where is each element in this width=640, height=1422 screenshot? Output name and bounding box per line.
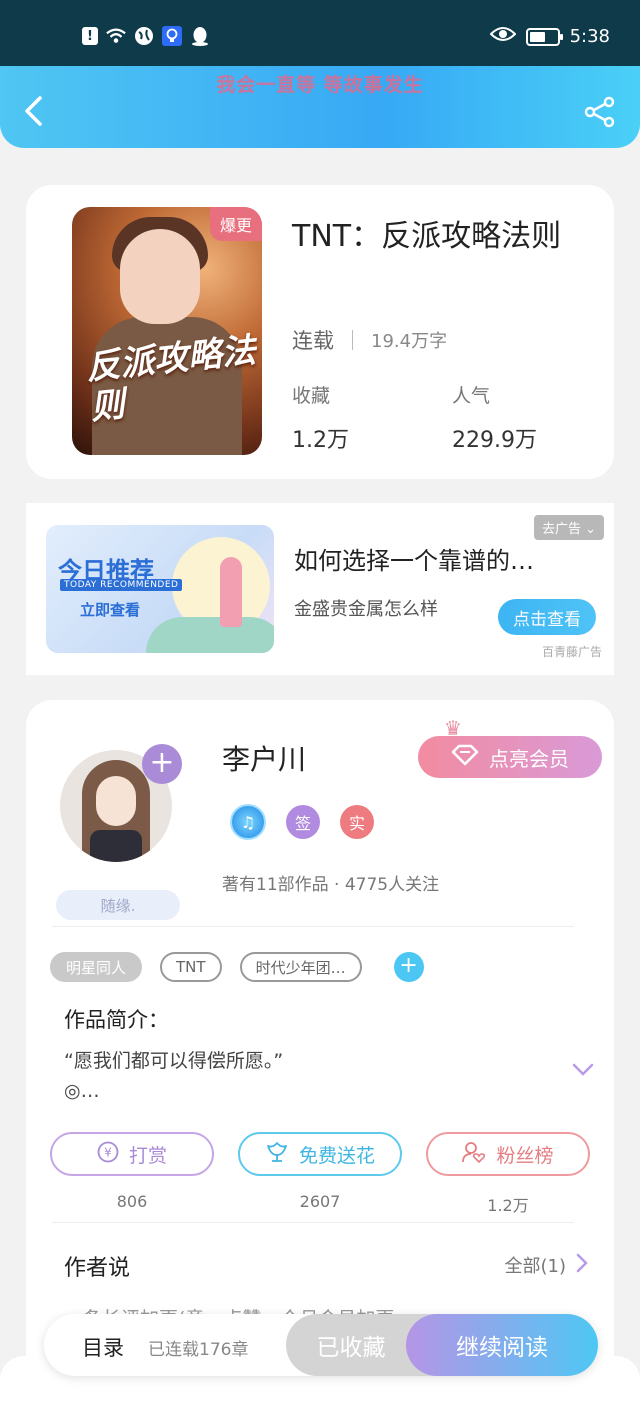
bottom-action-bar: 目录 已连载176章 已收藏 继续阅读 (44, 1314, 598, 1376)
clock: 5:38 (569, 26, 610, 47)
reward-action: ¥ 打赏 806 (50, 1132, 214, 1216)
diamond-icon (451, 744, 479, 771)
status-bar: ! 5:38 (0, 0, 640, 66)
globe-icon (134, 26, 154, 46)
share-button[interactable] (584, 96, 616, 128)
flower-icon (265, 1141, 289, 1168)
flower-count: 2607 (299, 1192, 341, 1211)
status-icons-left: ! (82, 26, 210, 46)
all-link-label: 全部(1) (504, 1256, 567, 1277)
signed-badge[interactable]: 签 (286, 805, 320, 839)
fans-label: 粉丝榜 (496, 1144, 554, 1167)
ad-source-label: 百青藤广告 (541, 645, 602, 659)
verified-badge[interactable]: 实 (340, 805, 374, 839)
interaction-actions: ¥ 打赏 806 免费送花 2607 粉丝榜 1.2万 (50, 1132, 590, 1216)
wifi-icon (106, 26, 126, 46)
serial-status: 连载 (292, 329, 334, 353)
intro-line: “愿我们都可以得偿所愿。” (64, 1050, 284, 1072)
reward-count: 806 (116, 1192, 148, 1211)
hot-update-badge: 爆更 (209, 207, 262, 241)
ad-image-subtitle: TODAY RECOMMENDED (60, 579, 183, 591)
tag-item[interactable]: TNT (160, 952, 222, 982)
intro-title: 作品简介： (64, 1008, 169, 1032)
intro-line: ◎… (64, 1080, 100, 1102)
reward-button[interactable]: ¥ 打赏 (50, 1132, 214, 1176)
book-meta: 连载 19.4万字 (292, 325, 447, 355)
follow-author-button[interactable]: + (142, 744, 182, 784)
battery-icon (525, 27, 563, 46)
qq-icon (190, 26, 210, 46)
word-count: 19.4万字 (371, 331, 448, 352)
author-says-title: 作者说 (64, 1256, 131, 1281)
vip-button-label: 点亮会员 (489, 746, 569, 771)
svg-text:¥: ¥ (104, 1145, 112, 1159)
remove-ad-button[interactable]: 去广告 ⌄ (533, 515, 604, 540)
popularity-label: 人气 (452, 385, 491, 407)
app-notification-icon (162, 26, 182, 46)
eye-icon (489, 26, 516, 47)
back-button[interactable] (20, 94, 50, 128)
user-heart-icon (462, 1141, 486, 1168)
author-badges: ♫ 签 实 (230, 804, 374, 840)
add-tag-button[interactable]: + (393, 952, 424, 982)
meta-divider (352, 330, 353, 350)
fans-count: 1.2万 (487, 1196, 529, 1215)
author-card: + 随缘. 李户川 ♛ 点亮会员 ♫ 签 实 著有11部作品 · 4775人关注… (26, 700, 614, 1400)
author-name[interactable]: 李户川 (222, 738, 306, 778)
yen-icon: ¥ (97, 1141, 119, 1168)
popularity-stat: 人气 229.9万 (452, 381, 537, 454)
tag-list: 明星同人 TNT 时代少年团… + (50, 952, 424, 982)
reward-label: 打赏 (128, 1144, 167, 1167)
header-slogan: 我会一直等 等故事发生 (216, 74, 424, 96)
chevron-right-icon (576, 1253, 588, 1278)
ad-description: 金盛贵金属怎么样 (294, 599, 438, 620)
popularity-value: 229.9万 (452, 428, 537, 453)
divider (52, 926, 574, 927)
author-says-all-link[interactable]: 全部(1) (505, 1252, 589, 1278)
book-cover[interactable]: 反派攻略法则 爆更 (72, 207, 262, 455)
tag-item[interactable]: 明星同人 (50, 952, 143, 982)
top-header: 我会一直等 等故事发生 (0, 66, 640, 148)
vip-button[interactable]: 点亮会员 (418, 736, 602, 778)
favorites-label: 收藏 (292, 385, 331, 407)
status-icons-right: 5:38 (489, 26, 610, 47)
ad-image-cta: 立即查看 (80, 601, 141, 619)
divider (52, 1222, 574, 1223)
author-stats: 著有11部作品 · 4775人关注 (222, 875, 440, 895)
toc-button[interactable]: 目录 (82, 1332, 124, 1362)
author-signature: 随缘. (56, 890, 180, 920)
intro-text: “愿我们都可以得偿所愿。” ◎… (64, 1046, 534, 1106)
chapter-count[interactable]: 已连载176章 (148, 1335, 248, 1360)
send-flower-button[interactable]: 免费送花 (238, 1132, 402, 1176)
continue-reading-button[interactable]: 继续阅读 (406, 1314, 598, 1376)
favorites-value: 1.2万 (292, 428, 349, 453)
flower-action: 免费送花 2607 (238, 1132, 402, 1216)
favorites-stat: 收藏 1.2万 (292, 381, 349, 454)
ad-image[interactable]: 今日推荐 TODAY RECOMMENDED 立即查看 (46, 525, 274, 653)
alert-icon: ! (82, 27, 98, 45)
ad-title[interactable]: 如何选择一个靠谱的… (294, 541, 564, 576)
music-medal-icon[interactable]: ♫ (230, 804, 266, 840)
chevron-down-icon[interactable] (572, 1062, 594, 1078)
ad-view-button[interactable]: 点击查看 (498, 599, 596, 635)
book-info-card: 反派攻略法则 爆更 TNT：反派攻略法则 连载 19.4万字 收藏 1.2万 人… (26, 185, 614, 479)
fans-rank-button[interactable]: 粉丝榜 (426, 1132, 590, 1176)
book-title: TNT：反派攻略法则 (292, 219, 562, 254)
ad-banner[interactable]: 今日推荐 TODAY RECOMMENDED 立即查看 如何选择一个靠谱的… 金… (26, 503, 614, 675)
fans-action: 粉丝榜 1.2万 (426, 1132, 590, 1216)
tag-item[interactable]: 时代少年团… (239, 952, 362, 982)
flower-label: 免费送花 (298, 1144, 375, 1167)
